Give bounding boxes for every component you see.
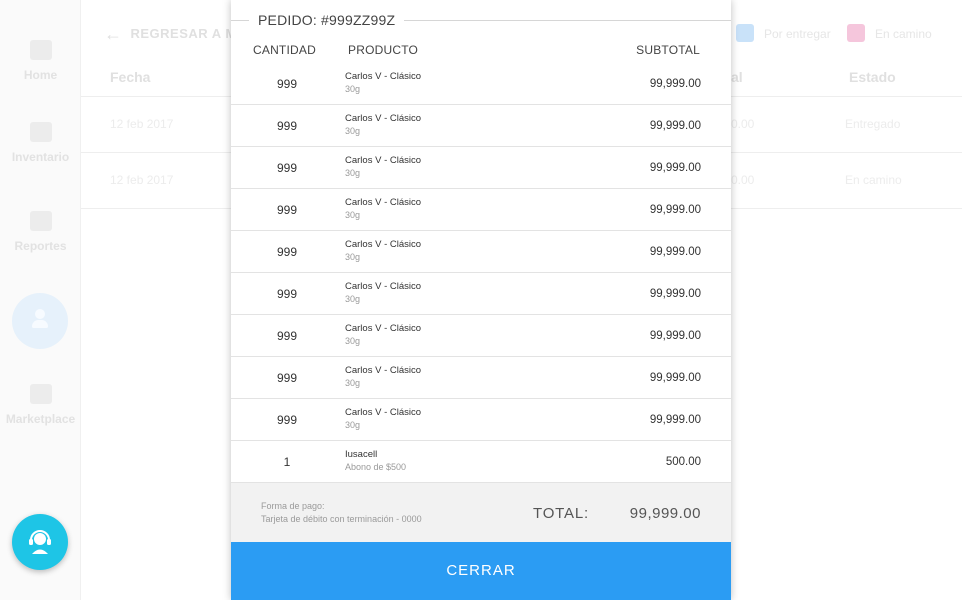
item-name: Carlos V - Clásico (345, 155, 422, 166)
payment-method-label: Forma de pago: (261, 501, 325, 511)
order-title: PEDIDO: #999ZZ99Z (249, 12, 405, 28)
item-quantity: 999 (276, 413, 298, 427)
order-detail-modal: PEDIDO: #999ZZ99Z CANTIDAD PRODUCTO SUBT… (231, 0, 731, 600)
item-description: 30g (345, 168, 361, 178)
item-subtotal: 99,999.00 (649, 372, 701, 384)
total-label: TOTAL: (533, 505, 589, 522)
item-description: 30g (345, 84, 361, 94)
item-quantity: 999 (276, 287, 298, 301)
item-subtotal: 99,999.00 (649, 246, 701, 258)
total-value: 99,999.00 (629, 505, 701, 522)
item-quantity: 999 (276, 203, 298, 217)
item-name: Iusacell (345, 449, 378, 460)
list-item: 999 Carlos V - Clásico 30g 99,999.00 (231, 399, 731, 441)
item-name: Carlos V - Clásico (345, 239, 422, 250)
list-item: 999 Carlos V - Clásico 30g 99,999.00 (231, 231, 731, 273)
list-item: 999 Carlos V - Clásico 30g 99,999.00 (231, 147, 731, 189)
item-description: 30g (345, 378, 361, 388)
order-items-list: 999 Carlos V - Clásico 30g 99,999.00 999… (231, 63, 731, 483)
column-cantidad: CANTIDAD (253, 43, 316, 57)
item-subtotal: 500.00 (665, 456, 701, 468)
list-item: 1 Iusacell Abono de $500 500.00 (231, 441, 731, 483)
item-description: 30g (345, 420, 361, 430)
item-quantity: 999 (276, 329, 298, 343)
order-summary: Forma de pago: Tarjeta de débito con ter… (231, 483, 731, 542)
item-quantity: 1 (283, 455, 291, 469)
item-quantity: 999 (276, 119, 298, 133)
list-item: 999 Carlos V - Clásico 30g 99,999.00 (231, 315, 731, 357)
item-description: 30g (345, 252, 361, 262)
item-description: 30g (345, 336, 361, 346)
item-name: Carlos V - Clásico (345, 365, 422, 376)
item-quantity: 999 (276, 371, 298, 385)
item-subtotal: 99,999.00 (649, 288, 701, 300)
list-item: 999 Carlos V - Clásico 30g 99,999.00 (231, 273, 731, 315)
payment-method-value: Tarjeta de débito con terminación - 0000 (261, 514, 422, 524)
item-quantity: 999 (276, 77, 298, 91)
item-name: Carlos V - Clásico (345, 323, 422, 334)
item-description: 30g (345, 294, 361, 304)
item-description: 30g (345, 210, 361, 220)
column-producto: PRODUCTO (348, 43, 419, 57)
item-subtotal: 99,999.00 (649, 330, 701, 342)
item-subtotal: 99,999.00 (649, 414, 701, 426)
item-name: Carlos V - Clásico (345, 407, 422, 418)
close-button[interactable]: CERRAR (231, 542, 731, 600)
item-quantity: 999 (276, 161, 298, 175)
column-subtotal: SUBTOTAL (636, 43, 700, 57)
list-item: 999 Carlos V - Clásico 30g 99,999.00 (231, 189, 731, 231)
list-item: 999 Carlos V - Clásico 30g 99,999.00 (231, 63, 731, 105)
item-name: Carlos V - Clásico (345, 71, 422, 82)
item-subtotal: 99,999.00 (649, 162, 701, 174)
item-name: Carlos V - Clásico (345, 281, 422, 292)
list-item: 999 Carlos V - Clásico 30g 99,999.00 (231, 105, 731, 147)
list-item: 999 Carlos V - Clásico 30g 99,999.00 (231, 357, 731, 399)
item-subtotal: 99,999.00 (649, 120, 701, 132)
item-quantity: 999 (276, 245, 298, 259)
item-subtotal: 99,999.00 (649, 78, 701, 90)
item-subtotal: 99,999.00 (649, 204, 701, 216)
item-description: 30g (345, 126, 361, 136)
item-name: Carlos V - Clásico (345, 113, 422, 124)
item-name: Carlos V - Clásico (345, 197, 422, 208)
item-description: Abono de $500 (345, 462, 407, 472)
